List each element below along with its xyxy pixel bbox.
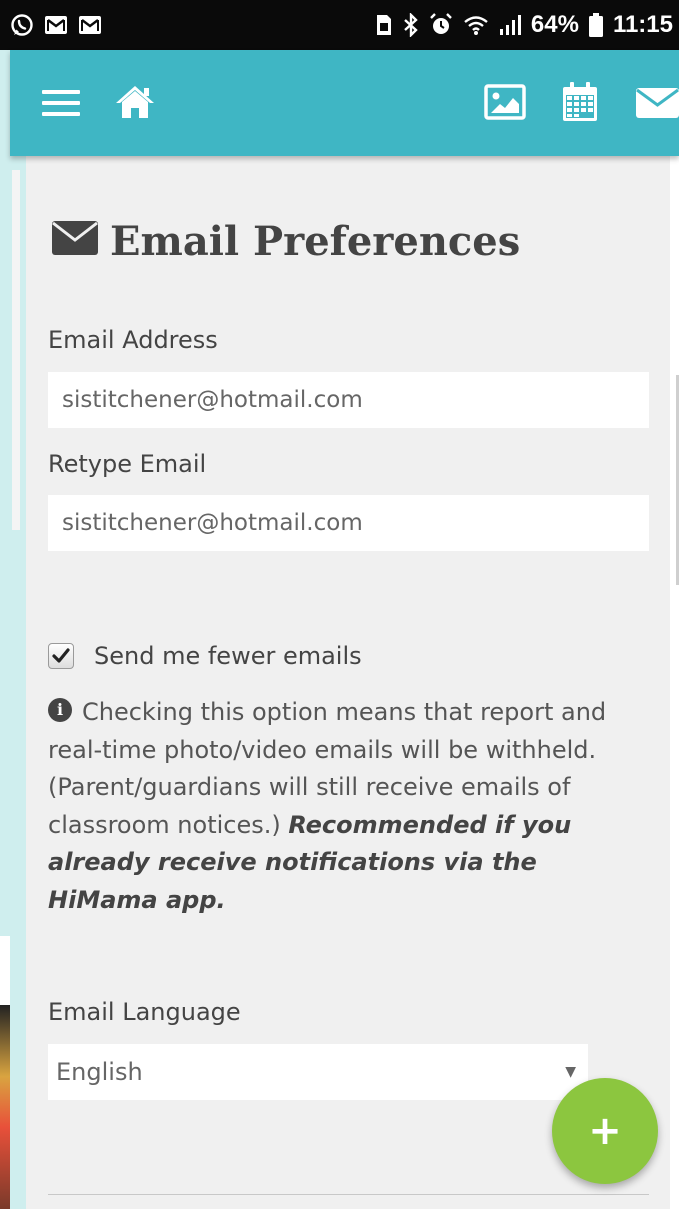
image-icon[interactable]	[484, 84, 526, 124]
background-edge	[0, 156, 10, 936]
email-language-select[interactable]: English ▼	[48, 1044, 588, 1100]
battery-icon	[588, 13, 603, 37]
signal-icon	[499, 14, 521, 36]
background-edge	[670, 156, 679, 1209]
sim-icon	[375, 14, 393, 36]
checkmark-icon	[52, 648, 70, 663]
retype-email-field[interactable]	[48, 495, 649, 551]
home-icon[interactable]	[114, 84, 156, 124]
envelope-icon	[52, 218, 98, 265]
retype-email-label: Retype Email	[48, 450, 207, 478]
email-address-label: Email Address	[48, 326, 218, 354]
app-bar	[10, 50, 679, 156]
background-photo-edge	[0, 1005, 10, 1209]
status-indicators: 64% 11:15	[375, 11, 673, 39]
fewer-emails-checkbox[interactable]	[48, 643, 74, 669]
background-edge	[0, 936, 10, 1005]
menu-icon[interactable]	[42, 88, 80, 122]
dropdown-arrow-icon: ▼	[565, 1064, 576, 1080]
calendar-icon[interactable]	[562, 82, 598, 126]
selected-language: English	[56, 1058, 143, 1086]
wifi-icon	[463, 14, 489, 36]
bluetooth-icon	[403, 13, 419, 37]
envelope-icon[interactable]	[636, 88, 679, 122]
status-bar: 64% 11:15	[0, 0, 679, 50]
status-notifications	[10, 13, 102, 37]
fewer-emails-label: Send me fewer emails	[94, 642, 362, 670]
page-title-text: Email Preferences	[110, 218, 521, 265]
info-icon: i	[48, 698, 72, 722]
email-address-field[interactable]	[48, 372, 649, 428]
gmail-icon	[78, 15, 102, 35]
add-button[interactable]: +	[552, 1078, 658, 1184]
whatsapp-icon	[10, 13, 34, 37]
alarm-icon	[429, 13, 453, 37]
section-divider	[48, 1194, 649, 1195]
background-edge	[12, 170, 20, 530]
gmail-icon	[44, 15, 68, 35]
fewer-emails-help: i Checking this option means that report …	[48, 694, 653, 919]
app-screen: 64% 11:15 Email Preferences Email Addres…	[0, 0, 679, 1209]
email-language-label: Email Language	[48, 998, 241, 1026]
fewer-emails-option: Send me fewer emails	[48, 642, 362, 670]
battery-percent: 64%	[530, 11, 579, 38]
clock: 11:15	[612, 11, 673, 38]
plus-icon: +	[588, 1108, 622, 1154]
page-title: Email Preferences	[52, 218, 520, 265]
